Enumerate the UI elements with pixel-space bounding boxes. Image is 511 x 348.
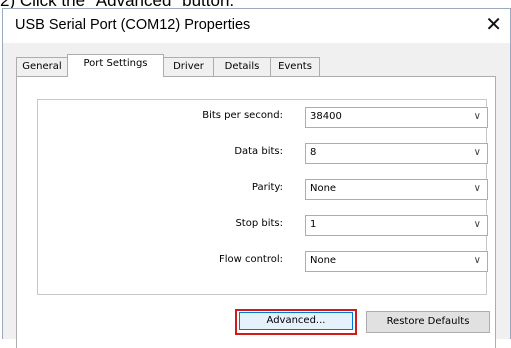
chevron-down-icon: ∨	[473, 255, 481, 266]
advanced-button[interactable]: Advanced...	[239, 312, 353, 330]
flow-control-value: None	[310, 255, 337, 266]
chevron-down-icon: ∨	[473, 219, 481, 230]
tab-details[interactable]: Details	[213, 57, 271, 76]
data-bits-value: 8	[310, 147, 317, 158]
data-bits-select[interactable]: 8 ∨	[305, 143, 488, 164]
chevron-down-icon: ∨	[473, 111, 481, 122]
stop-bits-value: 1	[310, 219, 317, 230]
bits-per-second-select[interactable]: 38400 ∨	[305, 107, 488, 128]
port-settings-panel: Bits per second: 38400 ∨ Data bits: 8 ∨ …	[16, 76, 496, 348]
tab-events[interactable]: Events	[270, 57, 320, 76]
window-title: USB Serial Port (COM12) Properties	[15, 17, 251, 33]
properties-dialog: USB Serial Port (COM12) Properties ✕ Gen…	[2, 8, 511, 348]
tab-general[interactable]: General	[16, 57, 68, 76]
bits-per-second-value: 38400	[310, 111, 342, 122]
title-bar: USB Serial Port (COM12) Properties ✕	[3, 9, 510, 43]
flow-control-label: Flow control:	[218, 254, 283, 265]
data-bits-label: Data bits:	[234, 146, 283, 157]
settings-group: Bits per second: 38400 ∨ Data bits: 8 ∨ …	[37, 99, 488, 295]
parity-label: Parity:	[251, 182, 283, 193]
close-icon[interactable]: ✕	[485, 13, 502, 35]
tab-driver[interactable]: Driver	[163, 57, 214, 76]
bits-per-second-label: Bits per second:	[202, 110, 283, 121]
chevron-down-icon: ∨	[473, 147, 481, 158]
flow-control-select[interactable]: None ∨	[305, 251, 488, 272]
parity-select[interactable]: None ∨	[305, 179, 488, 200]
parity-value: None	[310, 183, 337, 194]
restore-defaults-button[interactable]: Restore Defaults	[366, 311, 490, 333]
stop-bits-label: Stop bits:	[235, 218, 283, 229]
tab-port-settings[interactable]: Port Settings	[67, 54, 164, 77]
chevron-down-icon: ∨	[473, 183, 481, 194]
stop-bits-select[interactable]: 1 ∨	[305, 215, 488, 236]
